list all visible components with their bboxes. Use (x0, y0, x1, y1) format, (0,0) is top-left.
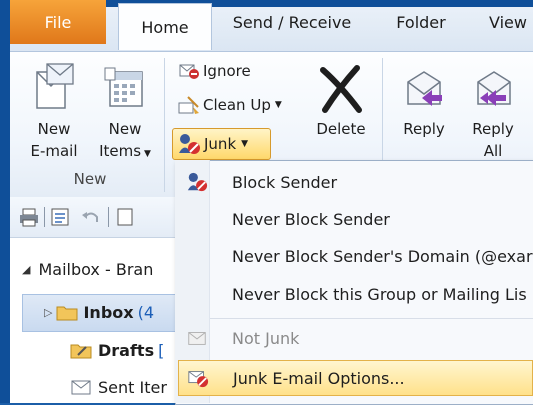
inbox-label: Inbox (83, 302, 134, 322)
menu-item-never-block-group[interactable]: Never Block this Group or Mailing Lis (176, 276, 533, 312)
folder-list-icon[interactable] (50, 207, 72, 227)
dropdown-arrow-icon: ▼ (274, 100, 282, 110)
menu-item-label: Block Sender (232, 172, 338, 192)
menu-item-not-junk[interactable]: Not Junk (176, 320, 533, 356)
toolbar-separator (44, 207, 45, 227)
inbox-folder-icon (56, 306, 78, 321)
reply-all-label-1: Reply (472, 120, 514, 138)
menu-item-never-block-sender[interactable]: Never Block Sender (176, 201, 533, 237)
junk-button[interactable]: Junk ▼ (172, 128, 271, 160)
new-items-label-2: Items ▼ (92, 140, 158, 165)
junk-icon (179, 134, 200, 154)
clean-up-button[interactable]: Clean Up ▼ (178, 92, 282, 118)
menu-item-label: Never Block Sender's Domain (@exar (232, 246, 533, 266)
group-separator (164, 58, 165, 192)
address-book-icon[interactable] (116, 207, 134, 227)
sent-items-icon (71, 380, 91, 395)
new-items-label-1: New (108, 120, 142, 138)
ignore-label: Ignore (203, 62, 251, 80)
menu-item-junk-email-options[interactable]: Junk E-mail Options... (178, 360, 533, 396)
tab-send-receive[interactable]: Send / Receive (220, 0, 364, 44)
junk-options-icon (188, 371, 209, 388)
reply-all-icon (477, 71, 511, 106)
group-label-new: New (73, 170, 107, 188)
drafts-folder-icon (70, 344, 92, 359)
block-sender-icon (187, 172, 208, 192)
junk-label: Junk (204, 135, 237, 153)
not-junk-icon (188, 332, 206, 345)
menu-item-never-block-domain[interactable]: Never Block Sender's Domain (@exar (176, 238, 533, 274)
inbox-count: (4 (137, 302, 154, 322)
print-icon[interactable] (18, 207, 40, 227)
new-email-button[interactable]: New E-mail (24, 58, 84, 164)
new-email-icon (36, 63, 74, 109)
menu-item-block-sender[interactable]: Block Sender (176, 164, 533, 200)
drafts-node[interactable]: Drafts [ (70, 333, 164, 367)
expanded-triangle-icon: ◢ (22, 262, 31, 276)
collapsed-triangle-icon: ▷ (44, 305, 53, 319)
toolbar-separator (108, 207, 109, 227)
calendar-icon (104, 67, 143, 107)
drafts-label: Drafts (98, 340, 155, 360)
tab-file[interactable]: File (10, 0, 106, 44)
quick-access-toolbar (10, 197, 175, 238)
undo-icon[interactable] (80, 207, 102, 227)
clean-up-icon (178, 96, 199, 114)
sent-items-node[interactable]: Sent Iter (70, 370, 167, 404)
dropdown-arrow-icon: ▼ (141, 149, 151, 159)
reply-button[interactable]: Reply (392, 58, 456, 164)
reply-all-label-2: All (483, 142, 503, 160)
dropdown-arrow-icon: ▼ (241, 139, 249, 149)
clean-up-label: Clean Up (203, 96, 271, 114)
reply-all-button[interactable]: Reply All (460, 58, 526, 164)
drafts-count: [ (158, 340, 165, 360)
new-email-label-1: New (37, 120, 71, 138)
menu-item-label: Junk E-mail Options... (233, 368, 405, 388)
sent-items-label: Sent Iter (98, 377, 167, 397)
ignore-button[interactable]: Ignore (178, 58, 251, 84)
menu-item-label: Never Block this Group or Mailing Lis (232, 284, 527, 304)
mailbox-label: Mailbox - Bran (38, 259, 154, 279)
ignore-icon (179, 64, 199, 79)
reply-label: Reply (403, 120, 445, 138)
tab-view[interactable]: View (478, 0, 533, 44)
menu-item-label: Never Block Sender (232, 209, 390, 229)
delete-x-icon (320, 65, 362, 113)
delete-label: Delete (316, 120, 366, 138)
new-items-button[interactable]: New Items ▼ (92, 58, 158, 164)
reply-icon (407, 71, 442, 106)
delete-button[interactable]: Delete (306, 58, 376, 164)
tab-home[interactable]: Home (118, 3, 212, 50)
tab-folder[interactable]: Folder (378, 0, 464, 44)
menu-item-label: Not Junk (232, 328, 300, 348)
new-items-label-text: Items (99, 142, 142, 160)
mailbox-node[interactable]: ◢ Mailbox - Bran (22, 252, 153, 286)
menu-separator (210, 318, 533, 319)
new-email-label-2: E-mail (30, 142, 78, 160)
inbox-node[interactable]: ▷ Inbox (4 (44, 295, 154, 329)
